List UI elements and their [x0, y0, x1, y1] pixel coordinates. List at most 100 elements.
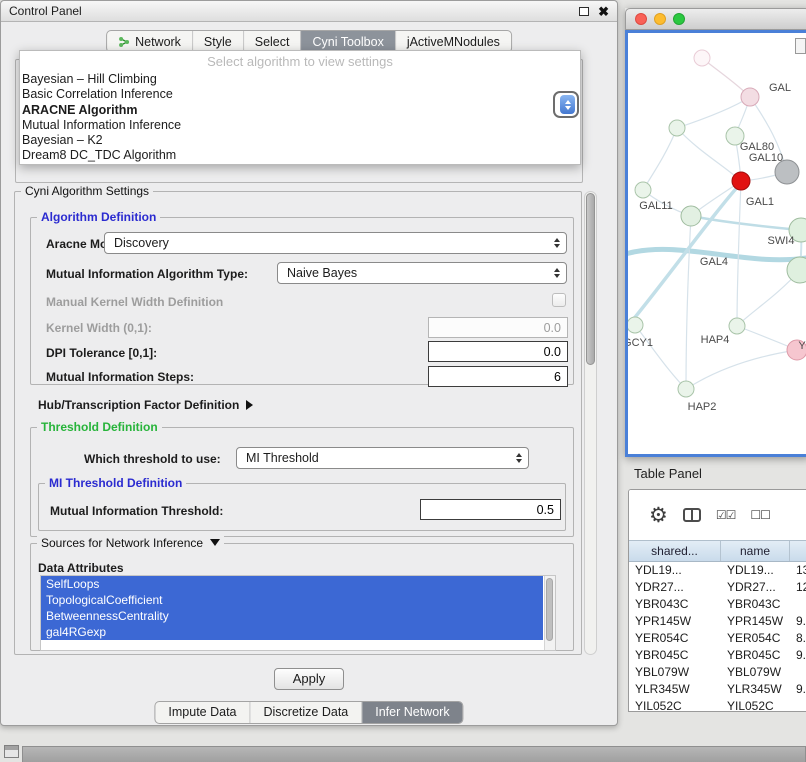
graph-node[interactable]: [741, 88, 759, 106]
graph-edge[interactable]: [737, 181, 741, 326]
list-scrollbar-thumb[interactable]: [546, 578, 553, 641]
tab-impute-data[interactable]: Impute Data: [155, 702, 249, 723]
desktop: Control Panel ✖ NetworkStyleSelectCyni T…: [0, 0, 806, 762]
column-header-shared[interactable]: shared...: [629, 541, 721, 561]
network-graph: GALGAL80GAL10GAL11GAL1SWI4GAL4GCY1HAP4YH…: [628, 33, 806, 454]
graph-node-label: GAL11: [639, 200, 672, 212]
selected-value: Naive Bayes: [287, 266, 548, 280]
mi-steps-field[interactable]: [428, 366, 568, 387]
tab-infer-network[interactable]: Infer Network: [361, 702, 462, 723]
network-canvas[interactable]: GALGAL80GAL10GAL11GAL1SWI4GAL4GCY1HAP4YH…: [625, 30, 806, 457]
graph-edge[interactable]: [677, 97, 750, 128]
graph-node[interactable]: [669, 120, 685, 136]
graph-edge[interactable]: [686, 216, 691, 389]
dropdown-option-dream8-dc-tdc-algorithm[interactable]: Dream8 DC_TDC Algorithm: [20, 148, 580, 163]
minimize-traffic-light[interactable]: [654, 13, 666, 25]
graph-node[interactable]: [729, 318, 745, 334]
canvas-scrollbar-button[interactable]: [795, 38, 806, 54]
table-body: YDL19...YDL19...13YDR27...YDR27...12YBR0…: [629, 562, 806, 712]
graph-node-label: GAL1: [746, 196, 774, 208]
column-header-extra[interactable]: [790, 541, 806, 561]
graph-node[interactable]: [681, 206, 701, 226]
column-header-name[interactable]: name: [721, 541, 790, 561]
graph-edge[interactable]: [635, 325, 686, 389]
gear-icon[interactable]: ⚙: [649, 505, 668, 526]
cell: YIL052C: [629, 698, 721, 712]
aracne-mode-select[interactable]: Discovery: [104, 232, 567, 254]
graph-node-label: HAP4: [701, 334, 730, 346]
cell: YBR045C: [629, 647, 721, 664]
list-item-betweennesscentrality[interactable]: BetweennessCentrality: [41, 608, 543, 624]
sources-toggle[interactable]: Sources for Network Inference: [37, 536, 224, 550]
list-item-gal4rgexp[interactable]: gal4RGexp: [41, 624, 543, 640]
tab-style[interactable]: Style: [192, 31, 243, 52]
table-row[interactable]: YDR27...YDR27...12: [629, 579, 806, 596]
cell: YDR27...: [629, 579, 721, 596]
table-row[interactable]: YPR145WYPR145W9.: [629, 613, 806, 630]
select-all-columns-icon[interactable]: ☑☑: [716, 508, 736, 522]
kernel-width-label: Kernel Width (0,1):: [46, 321, 152, 335]
float-window-icon[interactable]: [579, 7, 589, 16]
dropdown-placeholder: Select algorithm to view settings: [20, 51, 580, 72]
list-item-topologicalcoefficient[interactable]: TopologicalCoefficient: [41, 592, 543, 608]
network-window-titlebar[interactable]: [625, 8, 806, 30]
graph-edge[interactable]: [643, 128, 677, 190]
cell: YDL19...: [629, 562, 721, 579]
dropdown-option-mutual-information-inference[interactable]: Mutual Information Inference: [20, 118, 580, 133]
table-row[interactable]: YBR045CYBR045C9.: [629, 647, 806, 664]
column-selector-icon[interactable]: [683, 508, 701, 522]
graph-node[interactable]: [678, 381, 694, 397]
graph-edge[interactable]: [686, 350, 797, 389]
tab-label: Style: [204, 35, 232, 49]
mi-threshold-field[interactable]: [420, 499, 561, 520]
cell: [790, 664, 806, 681]
tab-cyni-toolbox[interactable]: Cyni Toolbox: [300, 31, 394, 52]
algorithm-combo-button[interactable]: [553, 91, 579, 118]
close-icon[interactable]: ✖: [598, 5, 609, 18]
table-header-row: shared...name: [629, 540, 806, 562]
group-title: Cyni Algorithm Settings: [21, 184, 153, 198]
graph-node-label: Y: [798, 340, 806, 352]
cell: YBL079W: [721, 664, 790, 681]
dropdown-option-aracne-algorithm[interactable]: ARACNE Algorithm: [20, 103, 580, 118]
hub-section-toggle[interactable]: Hub/Transcription Factor Definition: [38, 398, 253, 412]
tab-discretize-data[interactable]: Discretize Data: [250, 702, 362, 723]
which-threshold-select[interactable]: MI Threshold: [236, 447, 529, 469]
table-row[interactable]: YIL052CYIL052C: [629, 698, 806, 712]
table-row[interactable]: YBL079WYBL079W: [629, 664, 806, 681]
graph-node[interactable]: [628, 317, 643, 333]
table-row[interactable]: YLR345WYLR345W9.: [629, 681, 806, 698]
dpi-tolerance-field[interactable]: [428, 341, 568, 362]
settings-scrollbar-thumb[interactable]: [586, 193, 595, 365]
dropdown-option-basic-correlation-inference[interactable]: Basic Correlation Inference: [20, 87, 580, 102]
tab-jactivemnodules[interactable]: jActiveMNodules: [395, 31, 511, 52]
bottom-tab-bar: Impute DataDiscretize DataInfer Network: [154, 701, 463, 724]
close-traffic-light[interactable]: [635, 13, 647, 25]
deselect-all-columns-icon[interactable]: ☐☐: [750, 508, 770, 522]
cell: [790, 698, 806, 712]
table-row[interactable]: YER054CYER054C8.: [629, 630, 806, 647]
minimized-window-icon[interactable]: [4, 745, 19, 758]
mi-steps-label: Mutual Information Steps:: [46, 370, 194, 384]
list-scrollbar[interactable]: [544, 576, 555, 650]
apply-button[interactable]: Apply: [274, 668, 344, 690]
mi-type-label: Mutual Information Algorithm Type:: [46, 267, 248, 281]
table-row[interactable]: YBR043CYBR043C: [629, 596, 806, 613]
zoom-traffic-light[interactable]: [673, 13, 685, 25]
data-attributes-list[interactable]: SelfLoopsTopologicalCoefficientBetweenne…: [40, 575, 556, 651]
dropdown-option-bayesian-k2[interactable]: Bayesian – K2: [20, 133, 580, 148]
graph-node[interactable]: [694, 50, 710, 66]
table-row[interactable]: YDL19...YDL19...13: [629, 562, 806, 579]
expand-right-icon: [246, 400, 253, 410]
list-item-selfloops[interactable]: SelfLoops: [41, 576, 543, 592]
tab-select[interactable]: Select: [243, 31, 301, 52]
data-attributes-label: Data Attributes: [38, 561, 124, 575]
cell: YBL079W: [629, 664, 721, 681]
graph-node[interactable]: [732, 172, 750, 190]
graph-node[interactable]: [635, 182, 651, 198]
tab-network[interactable]: Network: [107, 31, 192, 52]
mi-algorithm-type-select[interactable]: Naive Bayes: [277, 262, 567, 284]
settings-scrollbar[interactable]: [584, 191, 597, 655]
cell: YBR045C: [721, 647, 790, 664]
dropdown-option-bayesian-hill-climbing[interactable]: Bayesian – Hill Climbing: [20, 72, 580, 87]
